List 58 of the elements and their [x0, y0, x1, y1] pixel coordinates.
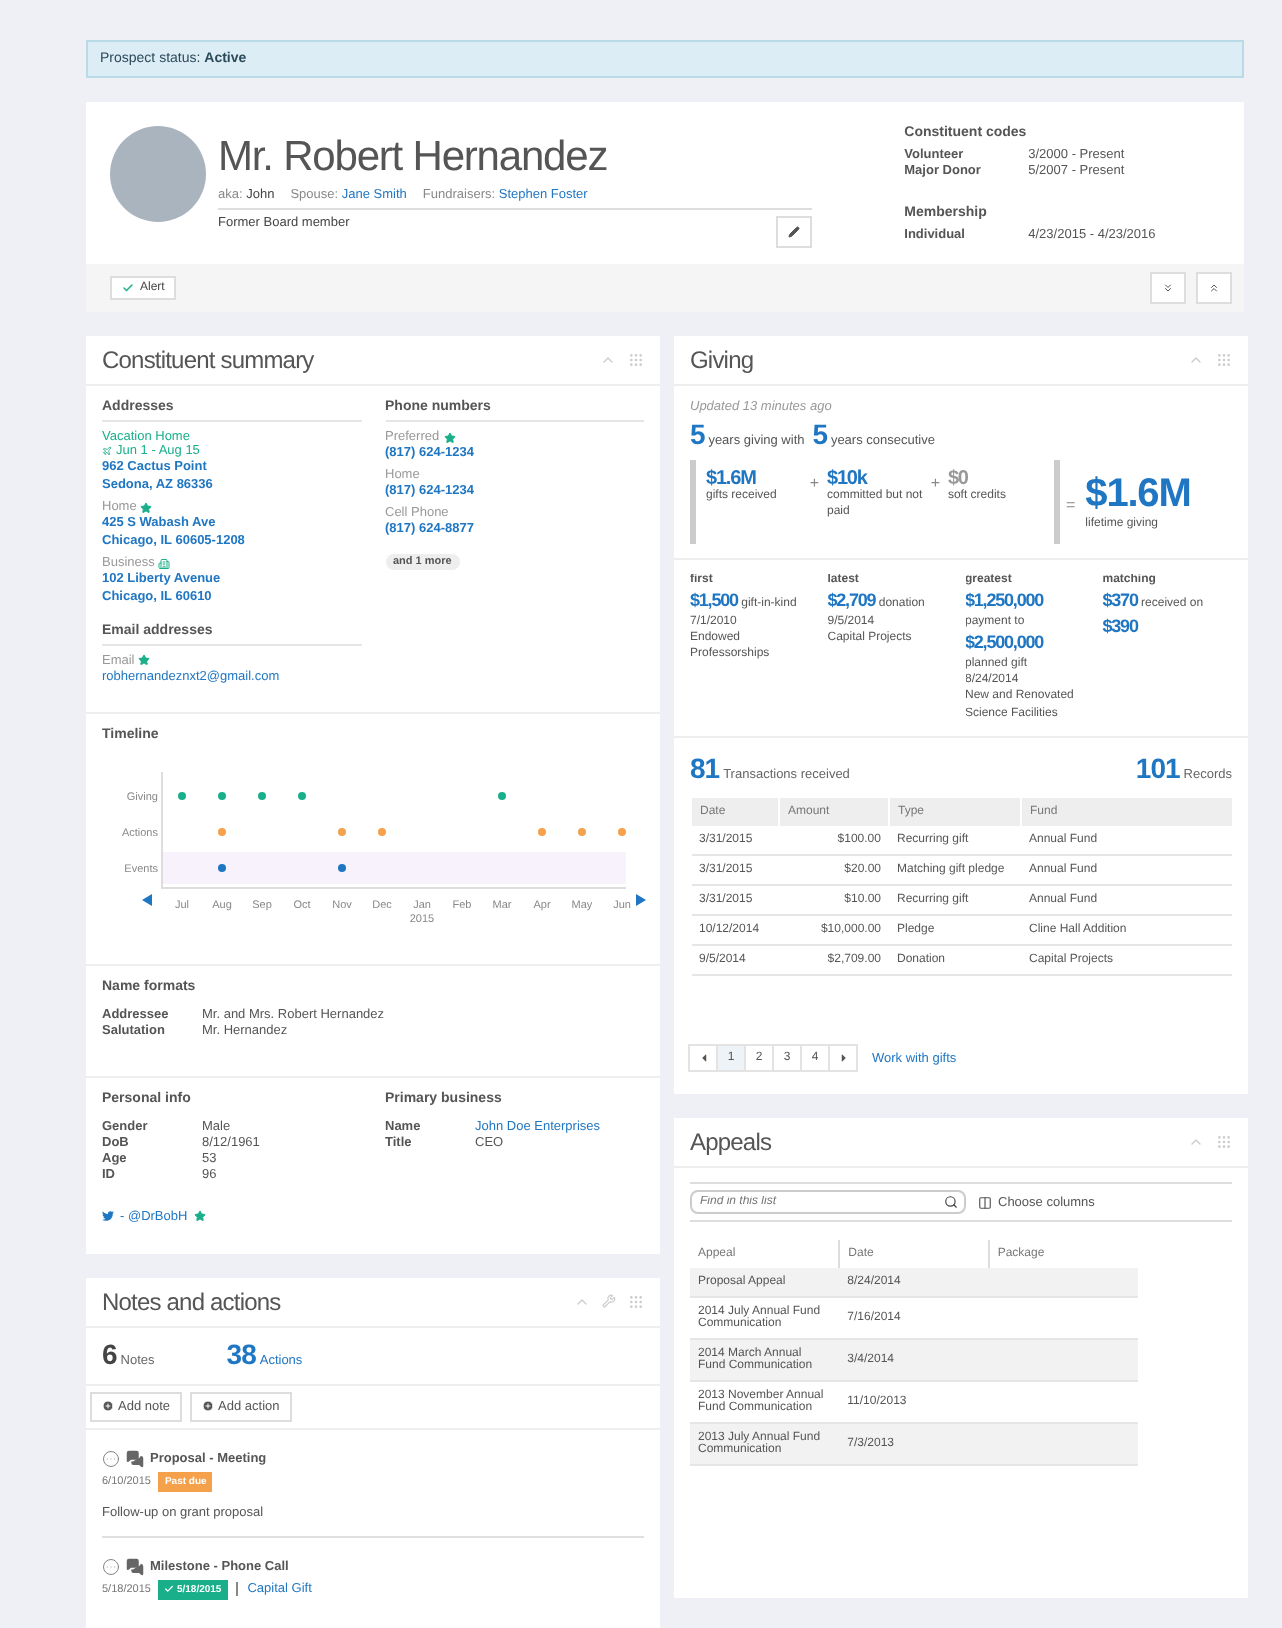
panel-title: Appeals	[690, 1128, 772, 1156]
more-options-icon[interactable]	[102, 1557, 120, 1576]
chevrons-down-icon	[1162, 282, 1174, 294]
highlight-amount: $2,500,000	[965, 631, 1044, 652]
panel-title: Constituent summary	[102, 346, 314, 374]
columns-icon	[978, 1195, 992, 1209]
plane-icon	[102, 446, 112, 456]
panel-title: Notes and actions	[102, 1287, 281, 1316]
chat-icon	[126, 1449, 144, 1468]
giving-amount: $10k	[826, 468, 868, 490]
expand-button[interactable]	[1150, 272, 1186, 304]
edit-button[interactable]	[776, 216, 813, 248]
lifetime-amount: $1.6M	[1085, 471, 1191, 517]
highlight-amount: $370	[1102, 590, 1138, 610]
collapse-icon[interactable]	[1188, 352, 1204, 368]
prev-arrow-icon[interactable]	[142, 893, 152, 906]
plus-icon	[202, 1400, 215, 1413]
twitter-icon	[102, 1210, 114, 1223]
chevrons-up-icon	[1208, 282, 1220, 294]
giving-amount: $1.6M	[706, 468, 756, 490]
transactions-count: 81	[690, 752, 720, 784]
pencil-icon	[788, 226, 801, 238]
panel-title: Giving	[690, 346, 754, 374]
grid-handle-icon[interactable]	[1216, 1134, 1232, 1150]
avatar-placeholder	[110, 126, 206, 222]
count-number[interactable]: 38	[226, 1337, 256, 1370]
plus-sign: +	[930, 472, 941, 496]
records-count: 101	[1135, 752, 1180, 784]
constituent-name: Mr. Robert Hernandez	[218, 134, 610, 182]
check-icon	[122, 282, 134, 294]
years-count: 5	[690, 418, 705, 450]
next-arrow-icon[interactable]	[636, 893, 646, 906]
highlight-amount: $2,709	[827, 590, 876, 610]
next-page-button[interactable]	[828, 1044, 858, 1072]
more-options-icon[interactable]	[102, 1449, 120, 1468]
prev-page-button[interactable]	[688, 1044, 718, 1072]
grid-handle-icon[interactable]	[628, 352, 644, 368]
plus-icon	[102, 1400, 114, 1413]
count-number: 6	[102, 1337, 117, 1370]
plus-sign: +	[809, 472, 820, 496]
grid-handle-icon[interactable]	[628, 1293, 644, 1310]
highlight-amount: $1,500	[690, 590, 738, 610]
collapse-icon[interactable]	[1188, 1134, 1204, 1150]
collapse-button[interactable]	[1196, 272, 1232, 304]
caret-left-icon	[697, 1052, 709, 1064]
years-count: 5	[812, 418, 827, 450]
grid-handle-icon[interactable]	[1216, 352, 1232, 368]
equals-sign: =	[1066, 494, 1076, 514]
building-icon	[158, 557, 171, 570]
wrench-icon[interactable]	[602, 1294, 616, 1309]
highlight-amount: $390	[1102, 615, 1138, 636]
giving-amount: $0	[947, 468, 970, 490]
caret-right-icon	[837, 1052, 849, 1064]
collapse-icon[interactable]	[600, 352, 616, 368]
highlight-amount: $1,250,000	[965, 590, 1044, 610]
search-icon[interactable]	[944, 1195, 958, 1209]
chat-icon	[126, 1557, 144, 1576]
check-icon	[164, 1584, 175, 1595]
